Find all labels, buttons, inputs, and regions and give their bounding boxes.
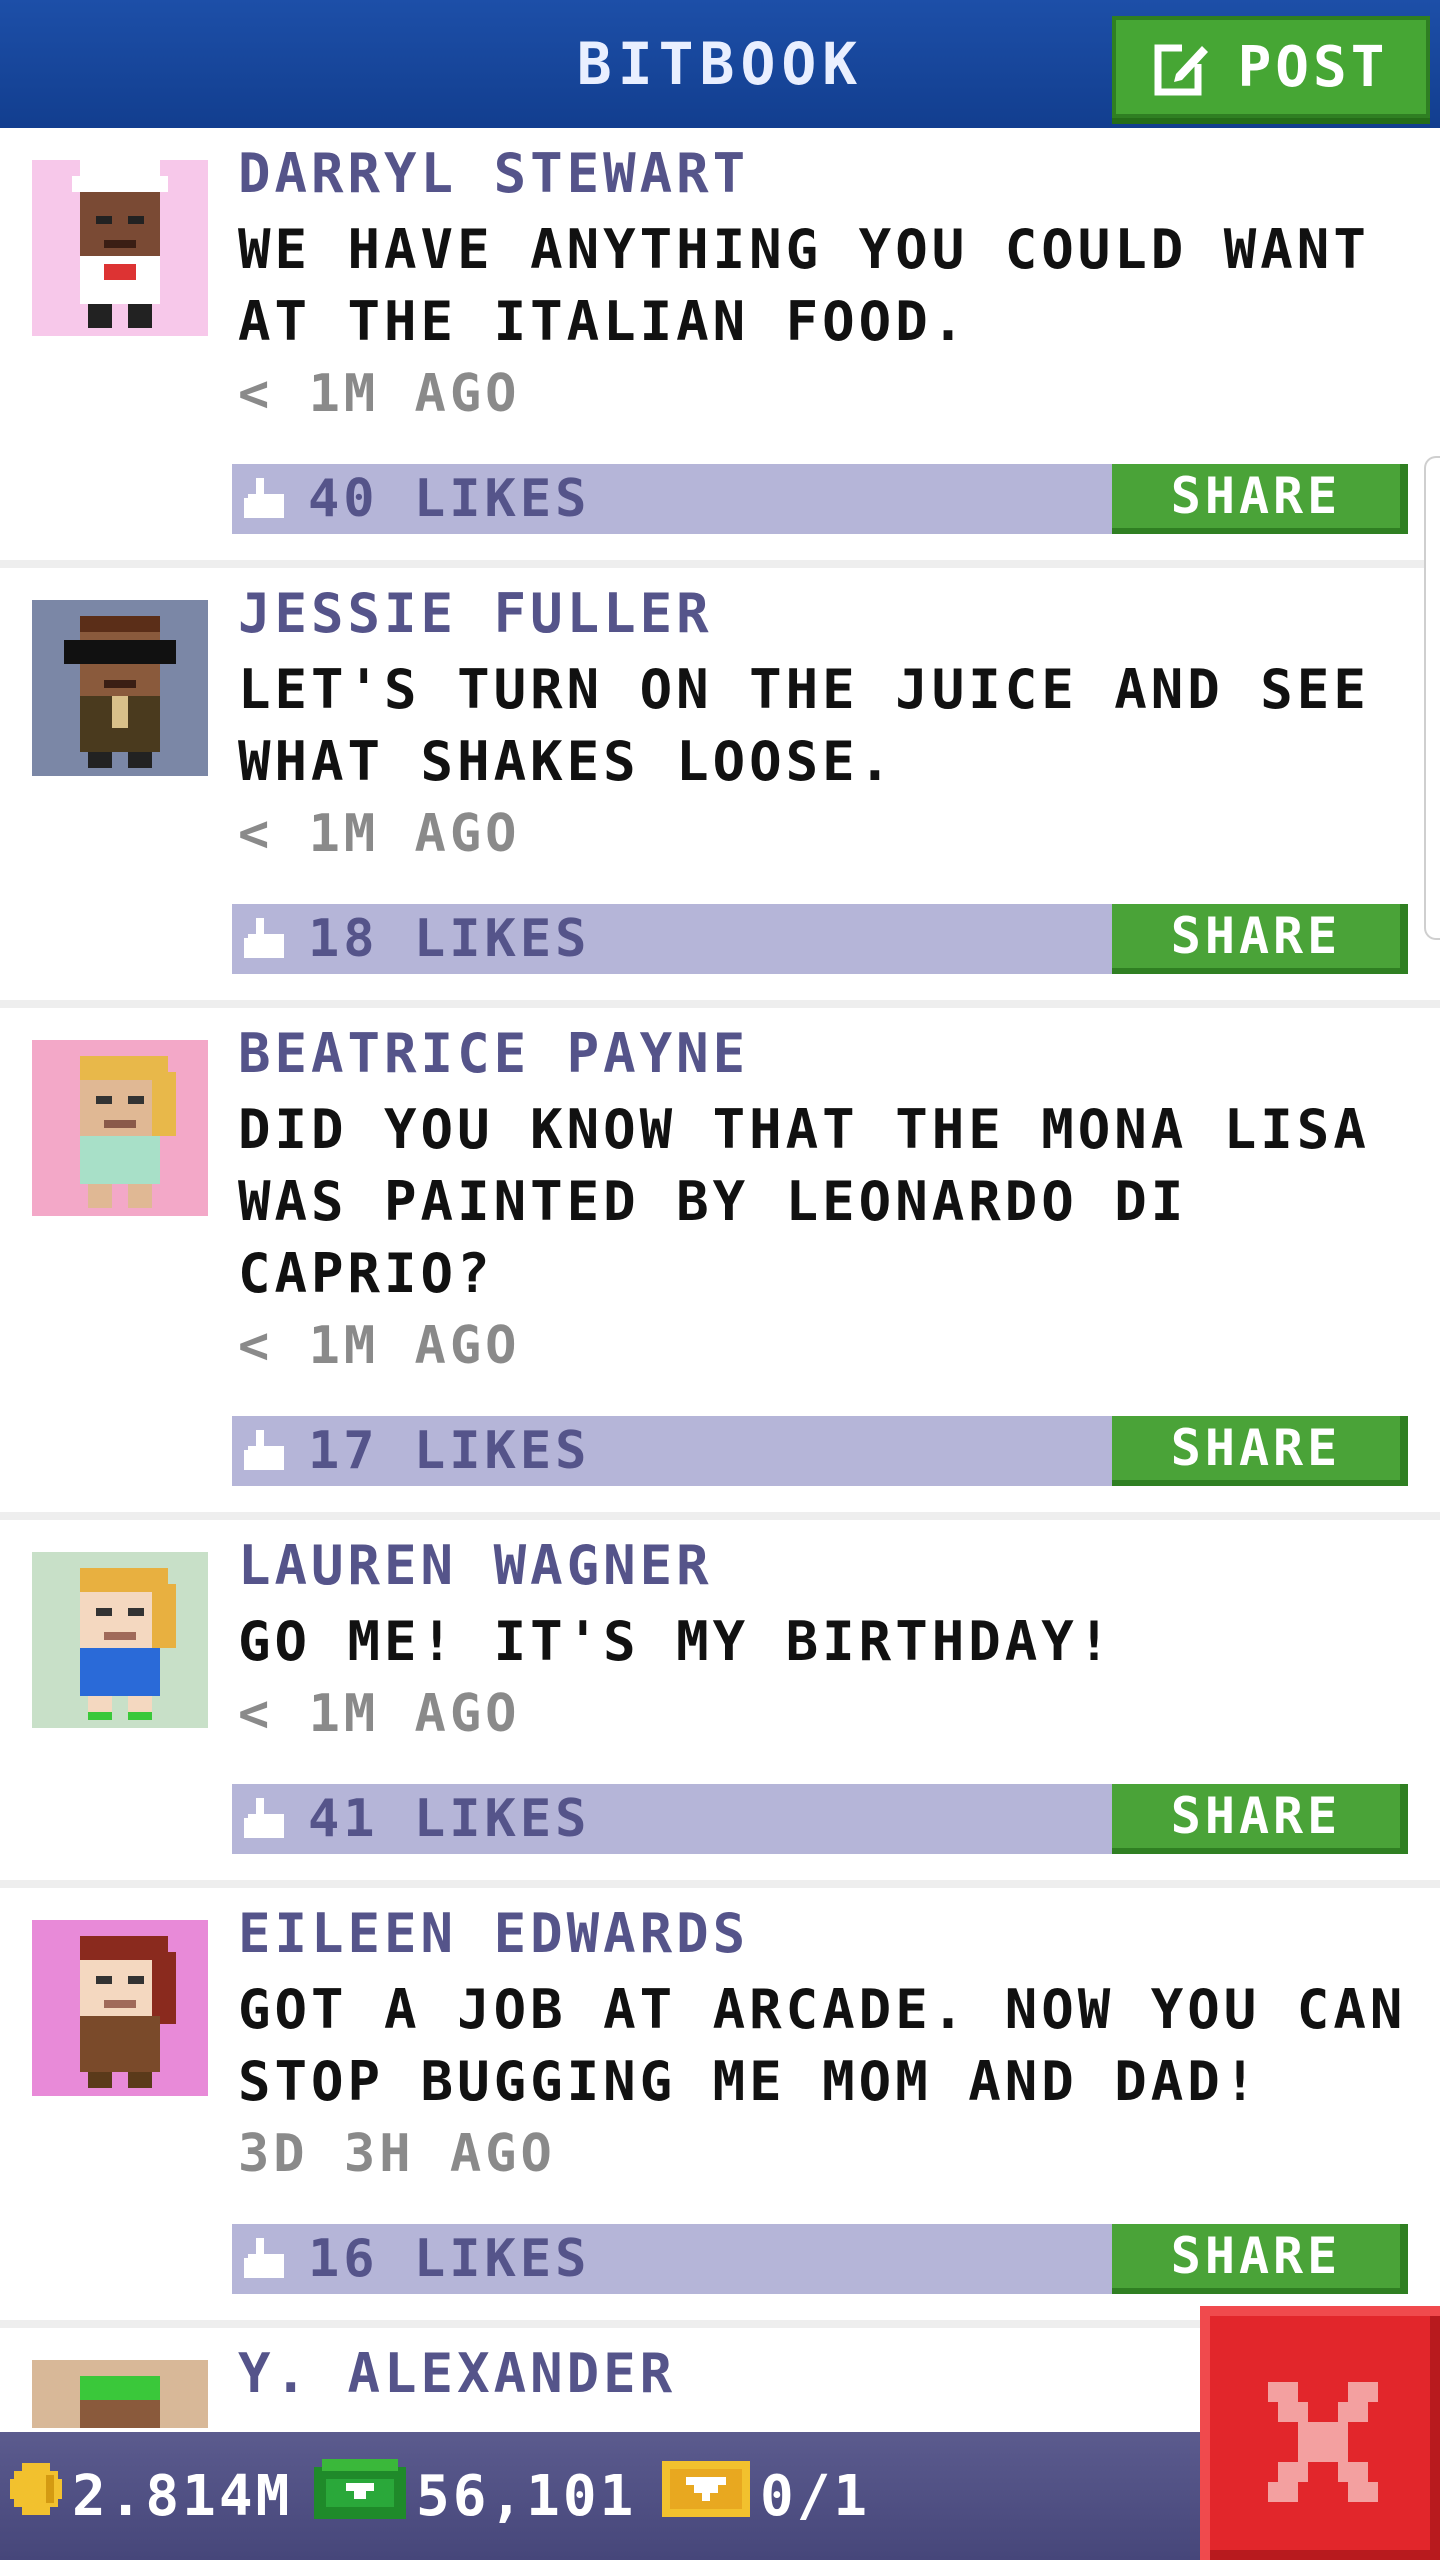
coins-stat: 2.814M xyxy=(10,2432,292,2560)
post-message: WE HAVE ANYTHING YOU COULD WANT AT THE I… xyxy=(238,218,1370,353)
post-message: GO ME! IT'S MY BIRTHDAY! xyxy=(238,1610,1115,1673)
avatar xyxy=(32,1552,208,1728)
thumbs-up-icon[interactable] xyxy=(244,918,288,962)
ticket-icon xyxy=(662,2461,750,2531)
author-name[interactable]: EILEEN EDWARDS xyxy=(238,1902,749,1965)
post-time: < 1M AGO xyxy=(238,1684,521,1744)
likes-count: 40 LIKES xyxy=(308,469,591,529)
thumbs-up-icon[interactable] xyxy=(244,1430,288,1474)
post-time: 3D 3H AGO xyxy=(238,2124,556,2184)
author-name[interactable]: JESSIE FULLER xyxy=(238,582,713,645)
thumbs-up-icon[interactable] xyxy=(244,478,288,522)
bitbook-screen: BITBOOK POST DARRYL STEWART WE HAVE ANYT… xyxy=(0,0,1440,2560)
close-button[interactable] xyxy=(1200,2306,1440,2560)
close-icon xyxy=(1268,2382,1378,2502)
feed-post: BEATRICE PAYNE DID YOU KNOW THAT THE MON… xyxy=(0,1008,1440,1520)
likes-bar: 17 LIKES SHARE xyxy=(232,1416,1408,1486)
share-button[interactable]: SHARE xyxy=(1112,1416,1408,1486)
likes-bar: 41 LIKES SHARE xyxy=(232,1784,1408,1854)
post-message: DID YOU KNOW THAT THE MONA LISA WAS PAIN… xyxy=(238,1098,1370,1305)
share-button[interactable]: SHARE xyxy=(1112,2224,1408,2294)
post-message: GOT A JOB AT ARCADE. NOW YOU CAN STOP BU… xyxy=(238,1978,1407,2113)
bux-value: 56,101 xyxy=(416,2463,637,2529)
coins-value: 2.814M xyxy=(72,2463,293,2529)
post-time: < 1M AGO xyxy=(238,804,521,864)
avatar xyxy=(32,1040,208,1216)
likes-count: 16 LIKES xyxy=(308,2229,591,2289)
tickets-stat: 0/1 xyxy=(662,2432,870,2560)
author-name[interactable]: LAUREN WAGNER xyxy=(238,1534,713,1597)
share-button[interactable]: SHARE xyxy=(1112,1784,1408,1854)
bux-icon xyxy=(314,2459,406,2533)
post-button-label: POST xyxy=(1237,34,1389,100)
thumbs-up-icon[interactable] xyxy=(244,1798,288,1842)
likes-count: 18 LIKES xyxy=(308,909,591,969)
avatar xyxy=(32,2360,208,2428)
feed-post: EILEEN EDWARDS GOT A JOB AT ARCADE. NOW … xyxy=(0,1888,1440,2328)
share-button[interactable]: SHARE xyxy=(1112,464,1408,534)
likes-bar: 16 LIKES SHARE xyxy=(232,2224,1408,2294)
share-button[interactable]: SHARE xyxy=(1112,904,1408,974)
thumbs-up-icon[interactable] xyxy=(244,2238,288,2282)
tickets-value: 0/1 xyxy=(760,2463,871,2529)
top-bar: BITBOOK POST xyxy=(0,0,1440,128)
feed-post: JESSIE FULLER LET'S TURN ON THE JUICE AN… xyxy=(0,568,1440,1008)
author-name[interactable]: DARRYL STEWART xyxy=(238,142,749,205)
edit-icon xyxy=(1154,38,1212,96)
feed-post: DARRYL STEWART WE HAVE ANYTHING YOU COUL… xyxy=(0,128,1440,568)
post-button[interactable]: POST xyxy=(1112,16,1430,118)
avatar xyxy=(32,600,208,776)
coin-icon xyxy=(10,2463,62,2529)
post-message: LET'S TURN ON THE JUICE AND SEE WHAT SHA… xyxy=(238,658,1370,793)
likes-bar: 18 LIKES SHARE xyxy=(232,904,1408,974)
likes-bar: 40 LIKES SHARE xyxy=(232,464,1408,534)
bux-stat: 56,101 xyxy=(314,2432,636,2560)
post-time: < 1M AGO xyxy=(238,1316,521,1376)
likes-count: 17 LIKES xyxy=(308,1421,591,1481)
likes-count: 41 LIKES xyxy=(308,1789,591,1849)
news-feed[interactable]: DARRYL STEWART WE HAVE ANYTHING YOU COUL… xyxy=(0,128,1440,2428)
feed-post: LAUREN WAGNER GO ME! IT'S MY BIRTHDAY! <… xyxy=(0,1520,1440,1888)
post-time: < 1M AGO xyxy=(238,364,521,424)
avatar xyxy=(32,160,208,336)
scrollbar[interactable] xyxy=(1424,456,1440,940)
author-name[interactable]: Y. ALEXANDER xyxy=(238,2342,676,2405)
avatar xyxy=(32,1920,208,2096)
author-name[interactable]: BEATRICE PAYNE xyxy=(238,1022,749,1085)
